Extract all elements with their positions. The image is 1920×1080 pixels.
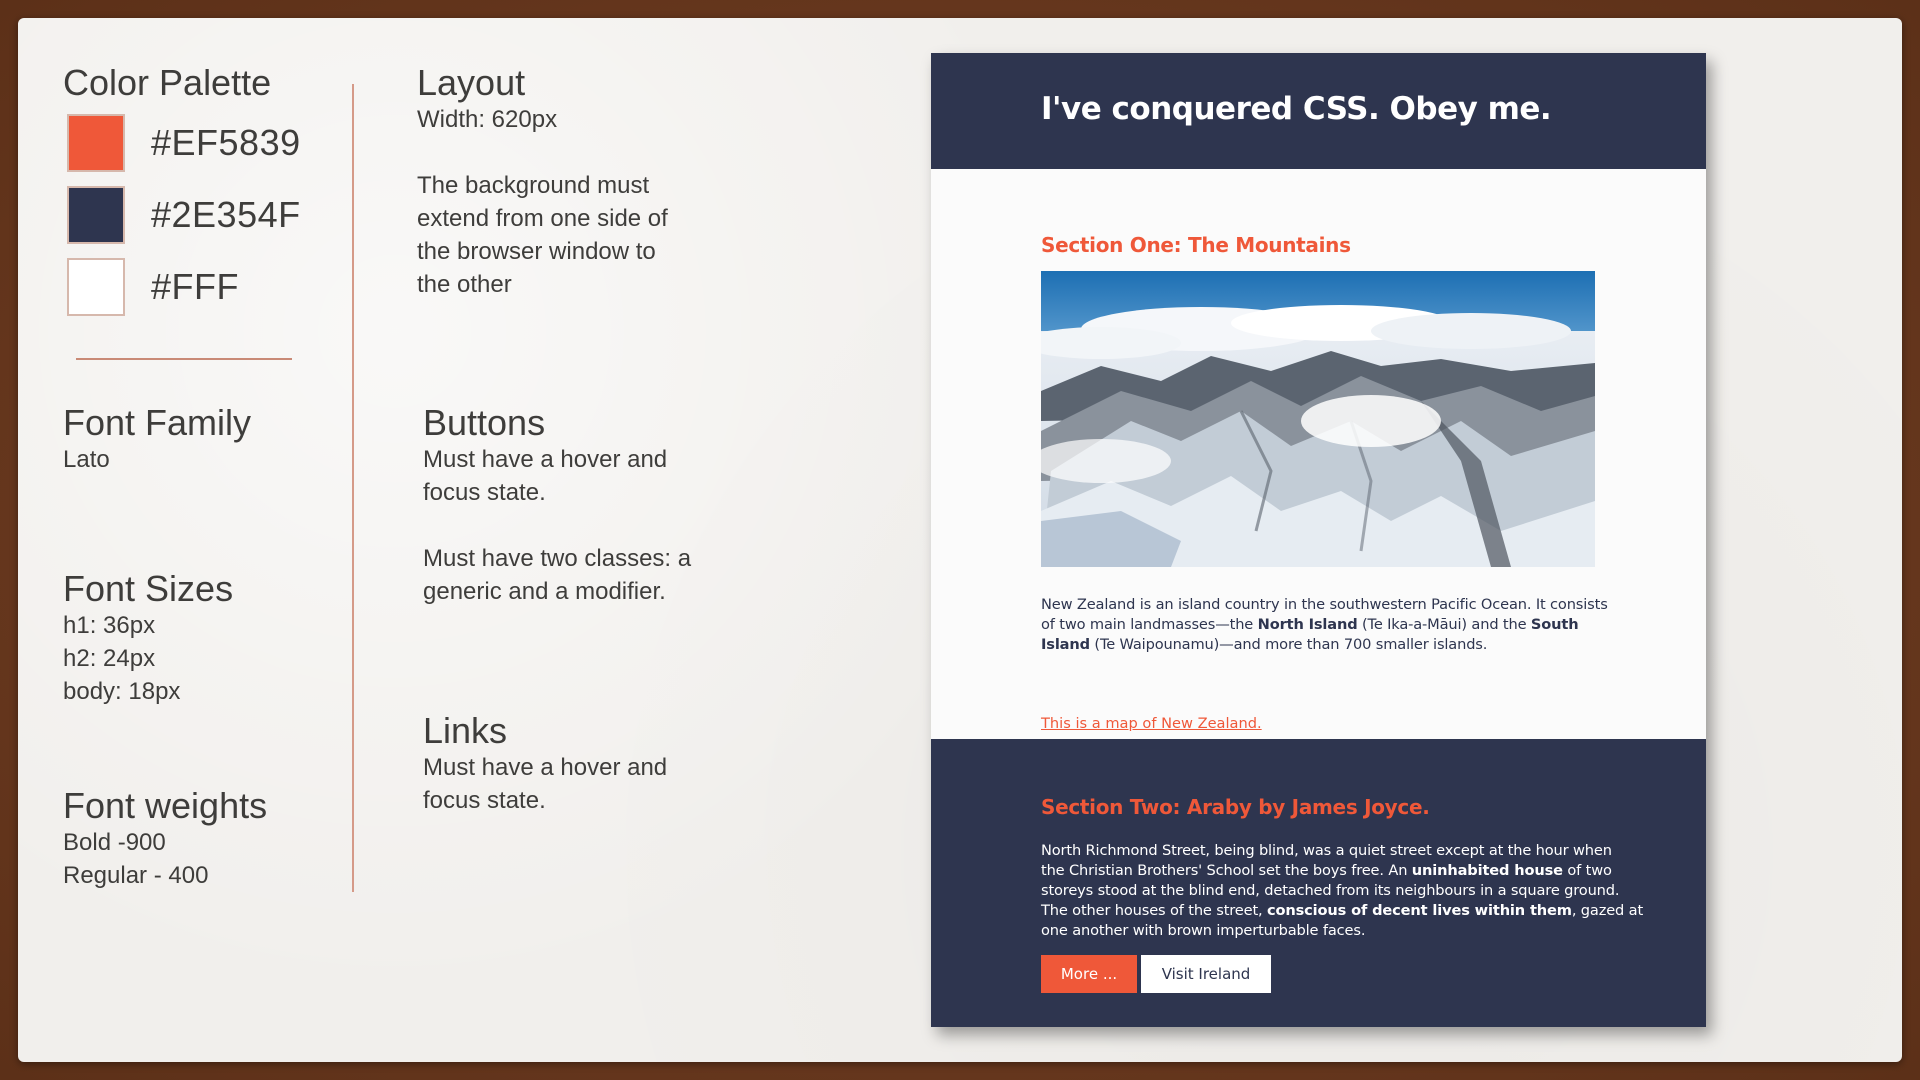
- color-palette-title: Color Palette: [63, 62, 272, 103]
- links-title: Links: [423, 710, 508, 751]
- p2-line-4: The other houses of the street, consciou…: [1041, 902, 1644, 919]
- buttons-line-4: generic and a modifier.: [423, 578, 666, 606]
- layout-section: Layout Width: 620px The background must …: [417, 62, 668, 301]
- p1-line-3: Island (Te Waipounamu)—and more than 700…: [1041, 636, 1488, 653]
- font-family-section: Font Family Lato: [63, 402, 251, 476]
- layout-width: Width: 620px: [417, 106, 558, 134]
- links-line-2: focus state.: [423, 787, 546, 815]
- buttons-line-1: Must have a hover and: [423, 446, 668, 474]
- layout-title: Layout: [417, 62, 526, 103]
- mockup-h1: I've conquered CSS. Obey me.: [1041, 91, 1552, 127]
- section-one: Section One: The Mountains New Zealand i…: [931, 169, 1706, 739]
- vertical-divider: [352, 84, 354, 892]
- font-weight-regular: Regular - 400: [63, 862, 209, 890]
- p1-line-1: New Zealand is an island country in the …: [1041, 596, 1608, 613]
- font-size-h1: h1: 36px: [63, 612, 156, 640]
- swatch-row-white: #FFF: [63, 257, 313, 317]
- buttons-title: Buttons: [423, 402, 546, 443]
- section-two: Section Two: Araby by James Joyce. North…: [931, 739, 1706, 1027]
- buttons-line-3: Must have two classes: a: [423, 545, 692, 573]
- p2-line-3: storeys stood at the blind end, detached…: [1041, 882, 1620, 899]
- font-size-h2: h2: 24px: [63, 645, 156, 673]
- font-sizes-title: Font Sizes: [63, 568, 234, 609]
- font-weights-title: Font weights: [63, 785, 268, 826]
- p1-line-2: of two main landmasses—the North Island …: [1041, 616, 1579, 633]
- p2-line-1: North Richmond Street, being blind, was …: [1041, 842, 1612, 859]
- swatch-label-white: #FFF: [151, 266, 239, 308]
- section-two-title: Section Two: Araby by James Joyce.: [1041, 795, 1430, 819]
- links-section: Links Must have a hover and focus state.: [423, 710, 667, 817]
- section-one-title: Section One: The Mountains: [1041, 233, 1351, 257]
- swatch-label-navy: #2E354F: [151, 194, 301, 236]
- buttons-section: Buttons Must have a hover and focus stat…: [423, 402, 691, 608]
- map-link[interactable]: This is a map of New Zealand.: [1041, 715, 1262, 732]
- swatch-orange: [67, 114, 125, 173]
- left-divider: [76, 358, 292, 360]
- buttons-line-2: focus state.: [423, 479, 546, 507]
- more-button[interactable]: More ...: [1041, 955, 1137, 993]
- font-weight-bold: Bold -900: [63, 829, 166, 857]
- layout-line-2: extend from one side of: [417, 205, 668, 233]
- layout-line-4: the other: [417, 271, 512, 299]
- font-weights-section: Font weights Bold -900 Regular - 400: [63, 785, 267, 892]
- swatch-navy: [67, 186, 125, 245]
- font-family-value: Lato: [63, 446, 110, 474]
- layout-line-3: the browser window to: [417, 238, 656, 266]
- swatch-label-orange: #EF5839: [151, 122, 301, 164]
- mockup-header: I've conquered CSS. Obey me.: [931, 53, 1706, 169]
- mockup-page: I've conquered CSS. Obey me. Section One…: [931, 53, 1706, 1027]
- section-two-paragraph: North Richmond Street, being blind, was …: [1041, 841, 1644, 941]
- swatch-white: [67, 258, 125, 317]
- section-one-paragraph: New Zealand is an island country in the …: [1041, 595, 1608, 655]
- mountain-photo: [1041, 271, 1595, 567]
- font-family-title: Font Family: [63, 402, 252, 443]
- font-size-body: body: 18px: [63, 678, 181, 706]
- p2-line-2: the Christian Brothers' School set the b…: [1041, 862, 1612, 879]
- color-palette-section: Color Palette #EF5839 #2E354F #FFF: [63, 62, 313, 317]
- visit-ireland-button[interactable]: Visit Ireland: [1141, 955, 1271, 993]
- p2-line-5: one another with brown imperturbable fac…: [1041, 922, 1366, 939]
- font-sizes-section: Font Sizes h1: 36px h2: 24px body: 18px: [63, 568, 233, 708]
- links-line-1: Must have a hover and: [423, 754, 668, 782]
- swatch-row-orange: #EF5839: [63, 113, 313, 173]
- layout-line-1: The background must: [417, 172, 650, 200]
- swatch-row-navy: #2E354F: [63, 185, 313, 245]
